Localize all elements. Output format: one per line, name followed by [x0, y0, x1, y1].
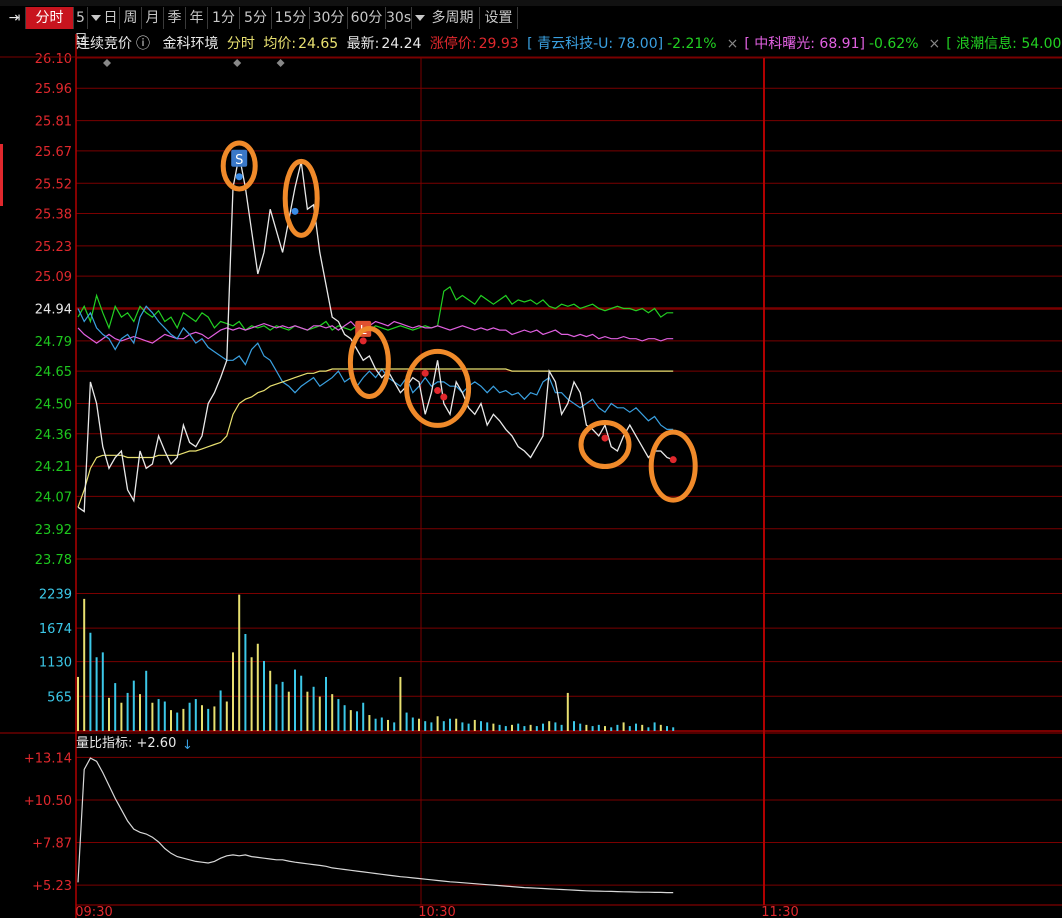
volume-tick-label: 2239: [39, 587, 72, 602]
price-tick-label: 25.96: [35, 82, 72, 97]
price-tick-label: 24.79: [35, 335, 72, 350]
price-tick-label: 25.38: [35, 207, 72, 222]
indicator-arrow-icon: ↓: [182, 738, 193, 753]
buy-point: [235, 173, 243, 181]
price-tick-label: 24.21: [35, 460, 72, 475]
buy-point: [291, 207, 299, 215]
sell-point: [601, 434, 609, 442]
price-tick-label: 25.52: [35, 177, 72, 192]
sell-point: [359, 337, 367, 345]
highlight-ring: [282, 158, 320, 238]
time-axis-label: 10:30: [418, 905, 455, 918]
event-diamond-marker: [276, 59, 285, 67]
price-tick-label: 23.78: [35, 553, 72, 568]
volume-tick-label: 1130: [39, 656, 72, 671]
price-tick-label: 24.07: [35, 490, 72, 505]
price-tick-label: 25.67: [35, 145, 72, 160]
ratio-tick-label: +5.23: [32, 879, 72, 894]
sell-point: [434, 387, 442, 395]
price-tick-label: 24.50: [35, 398, 72, 413]
price-tick-label: 26.10: [35, 52, 72, 67]
indicator-label: 量比指标: +2.60: [76, 736, 176, 751]
volume-ratio-line: [77, 757, 674, 894]
ratio-tick-label: +7.87: [32, 837, 72, 852]
price-tick-label: 24.65: [35, 365, 72, 380]
sell-point: [421, 369, 429, 377]
volume-tick-label: 565: [47, 690, 72, 705]
ratio-tick-label: +10.50: [24, 794, 72, 809]
sell-point: [440, 393, 448, 401]
event-diamond-marker: [233, 59, 242, 67]
intraday-chart: 26.10 25.96 25.81 25.67 25.52 25.38 25.23 25.09…: [0, 34, 1062, 918]
price-tick-label: 25.09: [35, 270, 72, 285]
time-axis-label: 09:30: [75, 905, 112, 918]
price-tick-label: 24.36: [35, 428, 72, 443]
buy-signal-letter: S: [235, 153, 243, 168]
price-tick-label: 25.81: [35, 115, 72, 130]
ratio-tick-label: +13.14: [24, 751, 72, 766]
price-tick-label: 25.23: [35, 240, 72, 255]
price-tick-label: 23.92: [35, 523, 72, 538]
volume-tick-label: 1674: [39, 622, 72, 637]
highlight-ring: [347, 325, 391, 399]
highlight-ring: [578, 420, 632, 470]
left-edge-marker: [0, 144, 3, 206]
price-tick-label: 24.94: [35, 303, 72, 318]
sell-point: [669, 456, 677, 464]
time-axis-label: 11:30: [761, 905, 798, 918]
event-diamond-marker: [103, 59, 111, 67]
